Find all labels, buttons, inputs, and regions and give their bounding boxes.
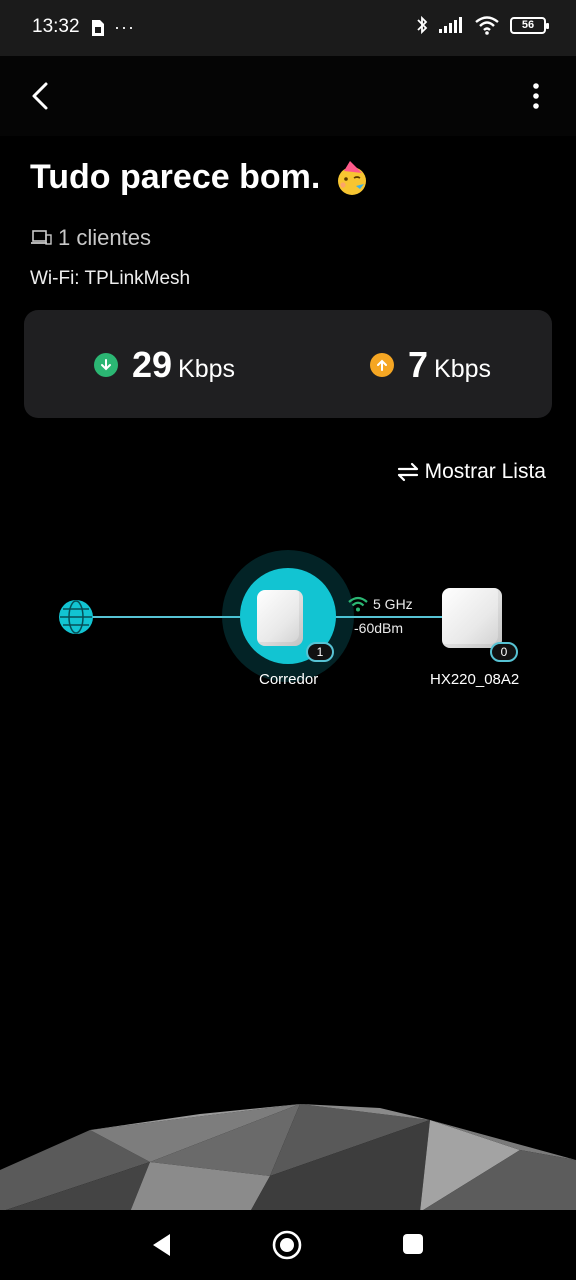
status-headline: Tudo parece bom.: [30, 158, 372, 197]
back-button[interactable]: [22, 76, 62, 116]
upload-unit: Kbps: [434, 355, 492, 383]
nav-home-button[interactable]: [272, 1230, 302, 1265]
show-list-button[interactable]: Mostrar Lista: [397, 460, 546, 484]
wifi-signal-icon: [348, 596, 368, 612]
main-node-name[interactable]: Corredor: [259, 671, 318, 688]
status-right-icons: 56: [416, 15, 549, 35]
download-arrow-icon: [94, 353, 118, 377]
battery-icon: 56: [510, 16, 549, 34]
download-speed: 29 Kbps: [94, 344, 235, 386]
internet-link-line: [92, 616, 242, 618]
battery-level: 56: [521, 19, 535, 31]
satellite-node-client-count[interactable]: 0: [490, 642, 518, 662]
link-band-info: 5 GHz -60dBm: [348, 596, 413, 636]
nav-recents-button[interactable]: [401, 1232, 425, 1261]
square-recents-icon: [403, 1234, 423, 1254]
status-bar: 13:32 ··· 56: [0, 0, 576, 56]
link-signal: -60dBm: [354, 620, 404, 636]
internet-globe-button[interactable]: [58, 599, 94, 635]
link-band: 5 GHz: [373, 596, 413, 612]
satellite-node-name[interactable]: HX220_08A2: [430, 671, 519, 688]
status-left-icons: ···: [90, 17, 135, 38]
download-unit: Kbps: [178, 355, 236, 383]
nav-back-button[interactable]: [150, 1232, 174, 1263]
wifi-network-name: Wi-Fi: TPLinkMesh: [30, 268, 191, 289]
devices-icon: [31, 230, 52, 245]
speed-card: 29 Kbps 7 Kbps: [24, 310, 552, 418]
upload-value: 7: [408, 344, 429, 385]
upload-speed: 7 Kbps: [370, 344, 491, 386]
globe-icon: [59, 600, 93, 634]
vertical-dots-icon: [533, 83, 539, 109]
signal-icon: [439, 17, 462, 33]
bluetooth-icon: [417, 15, 428, 35]
upload-arrow-icon: [370, 353, 394, 377]
circle-home-icon: [272, 1230, 302, 1260]
swap-arrows-icon: [397, 462, 418, 482]
main-node-device[interactable]: [257, 590, 303, 646]
system-nav-bar: [0, 1210, 576, 1280]
more-options-button[interactable]: [518, 78, 554, 114]
party-face-emoji: [334, 159, 372, 197]
chevron-left-icon: [32, 82, 48, 110]
status-time: 13:32: [32, 16, 80, 37]
main-node-client-count[interactable]: 1: [306, 642, 334, 662]
headline-text: Tudo parece bom.: [30, 158, 321, 196]
app-bar: [0, 56, 576, 136]
sim-card-icon: [92, 19, 104, 36]
triangle-back-icon: [153, 1234, 170, 1256]
clients-count[interactable]: 1 clientes: [30, 225, 151, 251]
show-list-label: Mostrar Lista: [424, 460, 546, 483]
download-value: 29: [132, 344, 173, 385]
mesh-topology: 1 Corredor 5 GHz -60dBm 0 HX220_08A2: [0, 540, 576, 720]
more-notifications-indicator: ···: [114, 17, 135, 37]
clients-text: 1 clientes: [58, 225, 151, 250]
satellite-node-device[interactable]: [442, 588, 502, 648]
decorative-polygon-terrain: [0, 1104, 576, 1212]
wifi-icon: [475, 16, 499, 35]
